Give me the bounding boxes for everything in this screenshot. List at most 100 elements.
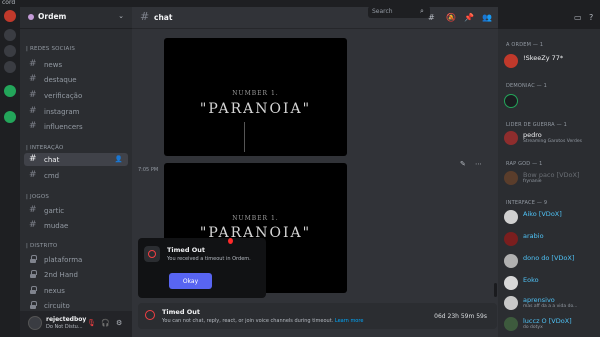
popup-title: Timed Out (167, 246, 206, 254)
edit-icon[interactable]: ✎ (460, 160, 466, 168)
popup-message: You received a timeout in Ordem. (167, 256, 251, 262)
media-attachment-top[interactable]: NUMBER 1. "PARANOIA" (164, 38, 347, 156)
microphone-muted-icon[interactable]: 🎙 (87, 319, 96, 327)
channel-label: influencers (44, 122, 83, 131)
channel-title: chat (154, 13, 173, 22)
chevron-down-icon[interactable]: ⌄ (118, 12, 124, 20)
channel-2nd-hand[interactable]: 2nd Hand (24, 268, 128, 281)
member-group-header: DEMONIAC — 1 (506, 83, 548, 89)
message-timestamp: 7:05 PM (138, 167, 159, 173)
avatar (504, 131, 518, 145)
add-server-icon[interactable] (4, 85, 16, 97)
channel-destaque[interactable]: # destaque (24, 73, 128, 86)
member-item[interactable]: ᅠ (504, 93, 596, 109)
help-icon[interactable]: ? (589, 13, 593, 22)
channel-label: gartic (44, 206, 65, 215)
channel-label: verificação (44, 91, 83, 100)
avatar (504, 54, 518, 68)
channel-verificacao[interactable]: # verificação (24, 89, 128, 102)
add-user-icon[interactable]: 👤 (115, 155, 123, 163)
member-list-icon[interactable]: 👥 (482, 13, 492, 22)
gear-icon[interactable]: ⚙ (116, 319, 122, 327)
user-status: Do Not Distu... (46, 324, 83, 330)
hash-icon: # (29, 154, 37, 164)
member-item[interactable]: dono do [VDoX] (504, 253, 596, 269)
timeout-remaining: 06d 23h 59m 59s (434, 313, 487, 320)
server-badge-icon (28, 14, 34, 20)
channel-label: 2nd Hand (44, 270, 78, 279)
channel-cmd[interactable]: # cmd (24, 169, 128, 182)
channel-instagram[interactable]: # instagram (24, 105, 128, 118)
channel-chat[interactable]: # chat 👤 (24, 153, 128, 166)
hash-icon: # (29, 205, 37, 215)
server-icon-b[interactable] (4, 29, 16, 41)
learn-more-link[interactable]: Learn more (335, 318, 364, 324)
member-name: dono do [VDoX] (523, 254, 575, 262)
avatar[interactable] (28, 316, 42, 330)
channel-label: plataforma (44, 255, 83, 264)
timeout-message-text: You can not chat, reply, react, or join … (162, 318, 334, 324)
discord-window: cord Ordem ⌄ | REDES SOCIAIS # news # de… (0, 0, 600, 337)
lock-icon (30, 301, 37, 309)
member-name: aprensivo (523, 296, 555, 304)
member-item[interactable]: arabio (504, 231, 596, 247)
okay-button[interactable]: Okay (169, 273, 212, 289)
category-jogos[interactable]: | JOGOS (26, 194, 49, 200)
member-item[interactable]: aprensivo mas aff da a a vida do... (504, 295, 596, 311)
explore-servers-icon[interactable] (4, 111, 16, 123)
media-decoration (244, 122, 245, 152)
member-name: pedro (523, 131, 542, 139)
channel-gartic[interactable]: # gartic (24, 204, 128, 217)
channel-plataforma[interactable]: plataforma (24, 253, 128, 266)
member-item[interactable]: Eoko (504, 275, 596, 291)
user-panel: rejectedboy Do Not Distu... 🎙 🎧 ⚙ (20, 311, 132, 337)
server-icon-a[interactable] (4, 10, 16, 22)
user-name: rejectedboy (46, 316, 87, 323)
member-name: Aiko [VDoX] (523, 210, 562, 218)
category-interacao[interactable]: | INTERAÇÃO (26, 145, 63, 151)
member-item[interactable]: Aiko [VDoX] (504, 209, 596, 225)
search-input[interactable]: Search ⌕ (368, 6, 430, 18)
category-redes-sociais[interactable]: | REDES SOCIAIS (26, 46, 75, 52)
member-group-header: LIDER DE GUERRA — 1 (506, 122, 567, 128)
channel-mudae[interactable]: # mudae (24, 219, 128, 232)
member-item[interactable]: !SkeeZy 77* (504, 53, 596, 69)
search-icon: ⌕ (420, 7, 424, 15)
headphones-deafened-icon[interactable]: 🎧 (101, 319, 110, 327)
chat-scrollbar[interactable] (494, 283, 497, 297)
member-item[interactable]: luccz O [VDoX] do dotyx (504, 316, 596, 332)
server-icon-d[interactable] (4, 61, 16, 73)
channel-label: news (44, 60, 63, 69)
member-activity: Streaming Garotos Verdes (523, 139, 582, 144)
more-icon[interactable]: ⋯ (475, 160, 482, 168)
window-title: cord (2, 0, 16, 6)
search-placeholder: Search (372, 8, 393, 15)
channel-influencers[interactable]: # influencers (24, 120, 128, 133)
member-item[interactable]: pedro Streaming Garotos Verdes (504, 130, 596, 146)
category-distrito[interactable]: | DISTRITO (26, 243, 57, 249)
server-icon-c[interactable] (4, 45, 16, 57)
member-name: arabio (523, 232, 544, 240)
channel-nexus[interactable]: nexus (24, 284, 128, 297)
server-header[interactable]: Ordem ⌄ (20, 7, 132, 29)
channel-label: instagram (44, 107, 80, 116)
member-group-header: INTERFACE — 9 (506, 200, 548, 206)
media-title: "PARANOIA" (199, 101, 312, 117)
avatar (504, 296, 518, 310)
hash-icon: # (29, 170, 37, 180)
pin-icon[interactable]: 📌 (464, 13, 474, 22)
cursor-icon (228, 238, 233, 244)
member-activity: mas aff da a a vida do... (523, 304, 578, 309)
channel-label: mudae (44, 221, 69, 230)
channel-news[interactable]: # news (24, 58, 128, 71)
media-subtitle: NUMBER 1. (232, 90, 279, 97)
channel-label: nexus (44, 286, 65, 295)
avatar (504, 171, 518, 185)
member-item[interactable]: Bow paco [VDoX] frynanie (504, 170, 596, 186)
hash-icon: # (140, 10, 150, 23)
inbox-icon[interactable]: ▭ (574, 13, 582, 22)
notification-bell-icon[interactable]: 🔕 (446, 13, 456, 22)
lock-icon (30, 255, 37, 263)
avatar (504, 254, 518, 268)
avatar (504, 94, 518, 108)
